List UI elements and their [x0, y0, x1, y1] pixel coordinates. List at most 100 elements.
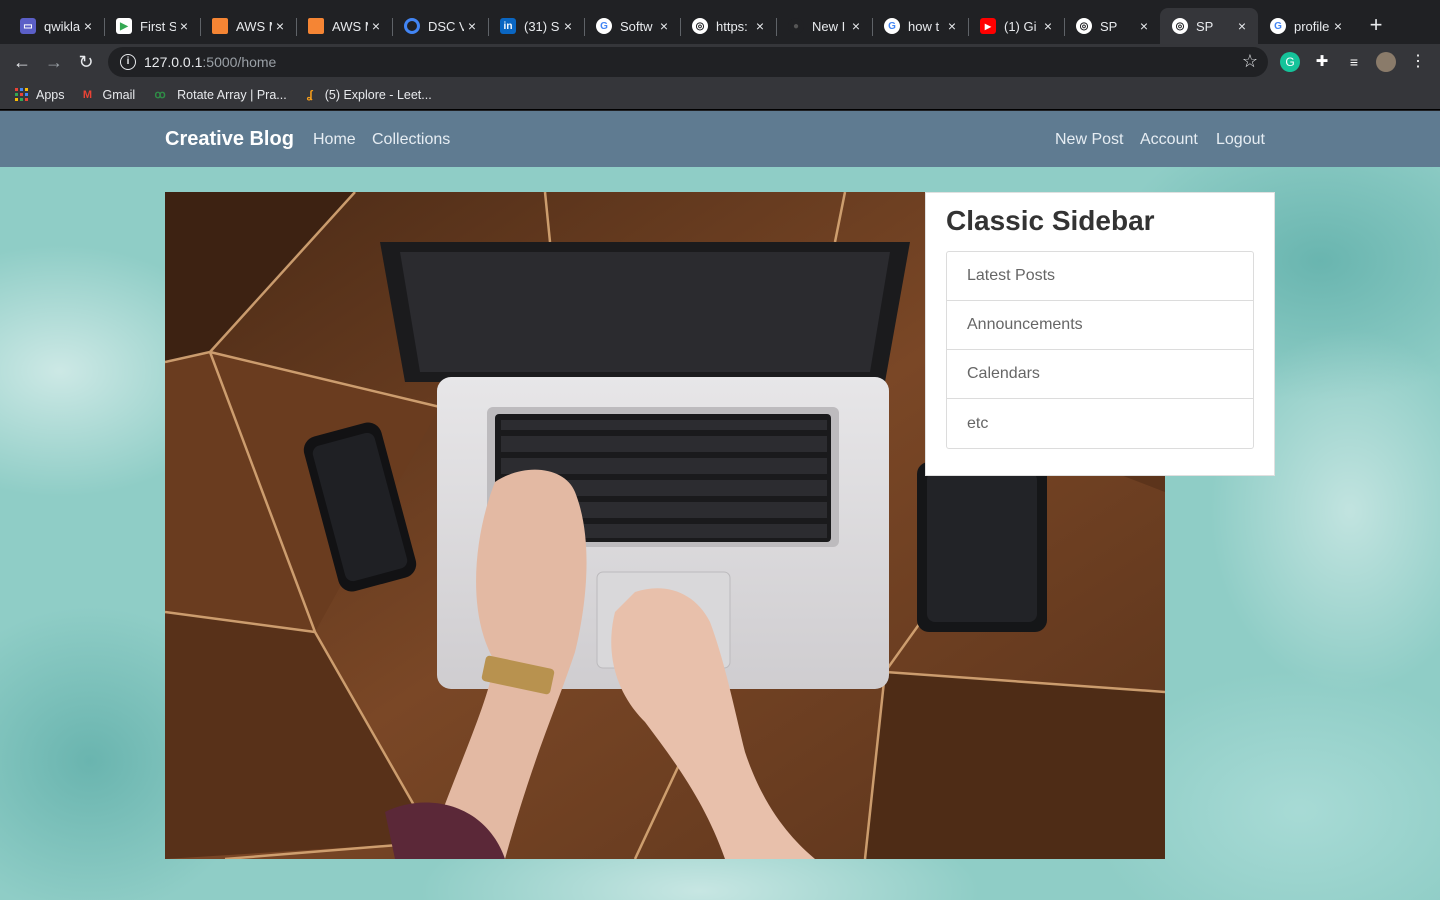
sidebar-item-announcements[interactable]: Announcements — [947, 301, 1253, 350]
browser-toolbar: ← → ↻ i 127.0.0.1:5000/home ☆ G ✚ ≡ ⋮ — [0, 44, 1440, 80]
tab-title: First S — [140, 18, 176, 34]
forward-arrow-icon[interactable]: → — [40, 48, 68, 76]
address-path: :5000/home — [202, 54, 277, 70]
sidebar-title: Classic Sidebar — [946, 205, 1155, 236]
tab-title: (31) S — [524, 18, 560, 34]
tab-youtube[interactable]: ▶ (1) Gi × — [968, 8, 1065, 44]
dsc-icon — [404, 18, 420, 34]
bookmark-label: Apps — [36, 87, 65, 102]
gmail-icon: M — [82, 88, 93, 101]
close-icon[interactable]: × — [80, 18, 96, 34]
tab-title: AWS M — [236, 18, 272, 34]
site-brand[interactable]: Creative Blog — [165, 128, 294, 151]
tab-title: profile — [1294, 18, 1330, 34]
tab-title: DSC V — [428, 18, 464, 34]
tab-https[interactable]: ◎ https: × — [680, 8, 777, 44]
bookmark-rotate-array[interactable]: ꝏ Rotate Array | Pra... — [151, 88, 287, 102]
tab-title: https: — [716, 18, 748, 34]
tab-profile[interactable]: G profile × — [1258, 8, 1354, 44]
reload-icon[interactable]: ↻ — [72, 48, 100, 76]
tab-aws-1[interactable]: AWS M × — [200, 8, 297, 44]
tab-aws-2[interactable]: AWS M × — [296, 8, 393, 44]
aws-icon — [308, 18, 324, 34]
menu-kebab-icon[interactable]: ⋮ — [1408, 52, 1428, 72]
bookmark-apps[interactable]: Apps — [14, 88, 65, 102]
bookmark-label: Gmail — [102, 87, 136, 102]
bookmark-label: (5) Explore - Leet... — [324, 87, 432, 102]
apps-grid-icon — [14, 88, 28, 102]
tab-strip: ▭ qwikla × ▶ First S × AWS M × AWS M × D… — [0, 0, 1440, 44]
bookmark-label: Rotate Array | Pra... — [177, 87, 287, 102]
bookmark-leetcode[interactable]: ʆ (5) Explore - Leet... — [303, 88, 432, 102]
tab-dsc[interactable]: DSC V × — [392, 8, 489, 44]
qwiklabs-icon: ▭ — [20, 18, 36, 34]
grammarly-icon[interactable]: G — [1280, 52, 1300, 72]
address-bar[interactable]: i 127.0.0.1:5000/home ☆ — [108, 47, 1268, 77]
close-icon[interactable]: × — [176, 18, 192, 34]
nav-account[interactable]: Account — [1140, 131, 1198, 149]
sidebar-list: Latest Posts Announcements Calendars etc — [946, 251, 1254, 449]
globe-icon: ◎ — [692, 18, 708, 34]
geeksforgeeks-icon: ꝏ — [154, 89, 166, 101]
sidebar-item-latest-posts[interactable]: Latest Posts — [947, 252, 1253, 301]
close-icon[interactable]: × — [560, 18, 576, 34]
back-arrow-icon[interactable]: ← — [8, 48, 36, 76]
tab-title: AWS M — [332, 18, 368, 34]
youtube-icon: ▶ — [980, 18, 996, 34]
tab-title: (1) Gi — [1004, 18, 1037, 34]
tab-title: how t — [908, 18, 940, 34]
close-icon[interactable]: × — [1330, 18, 1346, 34]
leetcode-icon: ʆ — [306, 88, 313, 101]
profile-avatar[interactable] — [1376, 52, 1396, 72]
close-icon[interactable]: × — [368, 18, 384, 34]
tab-first[interactable]: ▶ First S × — [104, 8, 201, 44]
tab-linkedin[interactable]: in (31) S × — [488, 8, 585, 44]
new-tab-button[interactable]: + — [1362, 14, 1390, 38]
close-icon[interactable]: × — [272, 18, 288, 34]
globe-icon: ◎ — [1076, 18, 1092, 34]
close-icon[interactable]: × — [464, 18, 480, 34]
close-icon[interactable]: × — [656, 18, 672, 34]
tab-how-to[interactable]: G how t × — [872, 8, 969, 44]
close-icon[interactable]: × — [1234, 18, 1250, 34]
close-icon[interactable]: × — [1136, 18, 1152, 34]
classic-sidebar: Classic Sidebar Latest Posts Announcemen… — [925, 192, 1275, 476]
github-icon: ● — [788, 18, 804, 34]
globe-icon: ◎ — [1172, 18, 1188, 34]
close-icon[interactable]: × — [752, 18, 768, 34]
linkedin-icon: in — [500, 18, 516, 34]
tab-software[interactable]: G Softw × — [584, 8, 681, 44]
meet-icon: ▶ — [116, 18, 132, 34]
google-icon: G — [884, 18, 900, 34]
tab-title: SP — [1196, 18, 1214, 34]
google-icon: G — [596, 18, 612, 34]
nav-collections[interactable]: Collections — [372, 131, 450, 149]
nav-logout[interactable]: Logout — [1216, 131, 1265, 149]
tab-title: New I — [812, 18, 846, 34]
sidebar-item-etc[interactable]: etc — [947, 399, 1253, 448]
site-info-icon[interactable]: i — [120, 54, 136, 70]
address-host: 127.0.0.1 — [144, 54, 203, 70]
tab-title: qwikla — [44, 18, 80, 34]
page-viewport: Creative Blog Home Collections New Post … — [0, 111, 1440, 900]
extensions-puzzle-icon[interactable]: ✚ — [1312, 52, 1332, 72]
close-icon[interactable]: × — [1040, 18, 1056, 34]
google-icon: G — [1270, 18, 1286, 34]
media-queue-icon[interactable]: ≡ — [1344, 52, 1364, 72]
tab-qwiklabs[interactable]: ▭ qwikla × — [8, 8, 105, 44]
tab-sp-active[interactable]: ◎ SP × — [1160, 8, 1258, 44]
close-icon[interactable]: × — [944, 18, 960, 34]
bookmark-star-icon[interactable]: ☆ — [1242, 51, 1258, 72]
close-icon[interactable]: × — [848, 18, 864, 34]
bookmarks-bar: Apps M Gmail ꝏ Rotate Array | Pra... ʆ (… — [0, 80, 1440, 110]
tab-new-issue[interactable]: ● New I × — [776, 8, 873, 44]
sidebar-item-calendars[interactable]: Calendars — [947, 350, 1253, 399]
nav-home[interactable]: Home — [313, 131, 356, 149]
site-navbar: Creative Blog Home Collections New Post … — [0, 111, 1440, 167]
nav-new-post[interactable]: New Post — [1055, 131, 1123, 149]
bookmark-gmail[interactable]: M Gmail — [81, 87, 136, 102]
tab-title: SP — [1100, 18, 1118, 34]
tab-title: Softw — [620, 18, 653, 34]
tab-sp-1[interactable]: ◎ SP × — [1064, 8, 1160, 44]
aws-icon — [212, 18, 228, 34]
